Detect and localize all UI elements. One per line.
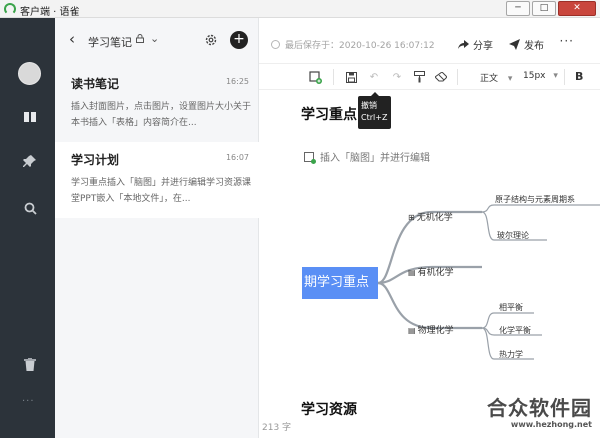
send-icon — [509, 39, 520, 50]
notes-panel: ‹ 学习笔记 ⌄ + 读书笔记 16:25 插入封面图片，点击图片，设置图片大小… — [55, 18, 259, 438]
undo-tooltip: 撤销 Ctrl+Z — [358, 92, 391, 129]
trash-icon[interactable] — [20, 354, 40, 374]
share-button[interactable]: 分享 — [458, 37, 493, 52]
mindmap-root-node[interactable]: 期学习重点 — [302, 267, 378, 299]
more-options-icon[interactable]: ··· — [560, 34, 574, 48]
note-item[interactable]: 读书笔记 16:25 插入封面图片，点击图片，设置图片大小关于本书插入「表格」内… — [55, 66, 259, 142]
back-icon[interactable]: ‹ — [69, 32, 75, 47]
window-controls: ─ □ ✕ — [506, 1, 596, 16]
insert-mindmap-icon[interactable] — [308, 70, 322, 84]
sidebar-rail: ··· — [0, 18, 55, 438]
pin-icon[interactable] — [20, 151, 40, 171]
yuque-logo-icon — [4, 3, 16, 15]
note-preview: 插入封面图片，点击图片，设置图片大小关于本书插入「表格」内容简介在... — [71, 102, 252, 128]
bold-button[interactable]: B — [575, 70, 583, 83]
mindmap-leaf[interactable]: 热力学 — [499, 349, 523, 360]
mindmap-node[interactable]: ⊞ 无机化学 — [408, 210, 453, 223]
notebook-title[interactable]: 学习笔记 — [88, 34, 132, 50]
window-title: 客户端 · 语雀 — [20, 7, 80, 18]
node-icon: ▤ — [408, 326, 416, 335]
node-label: 无机化学 — [416, 213, 453, 223]
heading-study-focus[interactable]: 学习重点 — [301, 104, 357, 124]
toolbar-divider — [564, 69, 565, 85]
publish-button[interactable]: 发布 — [509, 37, 544, 52]
toolbar-divider — [333, 69, 334, 85]
editor-panel: 最后保存于：2020-10-26 16:07:12 分享 发布 ··· ↶ ↷ … — [259, 18, 600, 438]
mindmap-icon — [304, 152, 316, 164]
caret-down-icon: ▾ — [553, 71, 558, 81]
add-note-button[interactable]: + — [230, 31, 248, 49]
maximize-button[interactable]: □ — [532, 1, 556, 16]
redo-icon[interactable]: ↷ — [390, 70, 404, 84]
font-size-select[interactable]: 15px ▾ — [523, 71, 558, 81]
editor-toolbar: ↶ ↷ 正文 ▾ 15px ▾ B — [259, 63, 600, 90]
publish-label: 发布 — [524, 41, 544, 52]
eraser-icon[interactable] — [434, 70, 448, 84]
mindmap-leaf[interactable]: 玻尔理论 — [497, 230, 529, 241]
more-icon[interactable]: ··· — [22, 396, 35, 407]
mindmap-node[interactable]: ▤ 有机化学 — [408, 265, 454, 278]
node-icon: ⊞ — [408, 213, 415, 222]
toolbar-divider — [457, 69, 458, 85]
notes-header: ‹ 学习笔记 ⌄ + — [55, 18, 259, 62]
font-size-value: 15px — [523, 71, 546, 81]
lock-icon — [136, 34, 144, 46]
undo-icon[interactable]: ↶ — [367, 70, 381, 84]
note-date: 16:25 — [225, 77, 249, 86]
node-label: 物理化学 — [417, 326, 454, 336]
note-title: 读书笔记 — [71, 77, 120, 91]
note-title: 学习计划 — [71, 153, 120, 167]
tooltip-shortcut: Ctrl+Z — [361, 113, 388, 122]
insert-mindmap-hint[interactable]: 插入「脑图」并进行编辑 — [304, 149, 430, 164]
note-preview: 学习重点插入「脑图」并进行编辑学习资源课堂PPT嵌入「本地文件」，在... — [71, 178, 252, 204]
avatar[interactable] — [18, 62, 41, 85]
word-count: 213 字 — [262, 423, 292, 433]
node-label: 有机化学 — [417, 268, 454, 278]
insert-hint-text: 插入「脑图」并进行编辑 — [320, 153, 430, 164]
text-style-select[interactable]: 正文 ▾ — [480, 71, 512, 84]
mindmap-leaf[interactable]: 原子结构与元素周期系 — [495, 194, 575, 205]
window-titlebar: 客户端 · 语雀 ─ □ ✕ — [0, 0, 600, 18]
gear-icon[interactable] — [204, 33, 218, 47]
mindmap-leaf[interactable]: 化学平衡 — [499, 325, 531, 336]
watermark-url: www.hezhong.net — [510, 420, 592, 429]
saved-status: 最后保存于：2020-10-26 16:07:12 — [271, 38, 435, 51]
format-painter-icon[interactable] — [412, 70, 426, 84]
tooltip-label: 撤销 — [361, 101, 377, 110]
minimize-button[interactable]: ─ — [506, 1, 530, 16]
watermark: 合众软件园 www.hezhong.net — [470, 392, 600, 438]
note-item-active[interactable]: 学习计划 16:07 学习重点插入「脑图」并进行编辑学习资源课堂PPT嵌入「本地… — [55, 142, 259, 218]
watermark-title: 合众软件园 — [487, 396, 592, 420]
chevron-down-icon[interactable]: ⌄ — [150, 32, 159, 45]
text-style-value: 正文 — [480, 74, 499, 84]
search-icon[interactable] — [20, 198, 40, 218]
mindmap[interactable]: 期学习重点 ⊞ 无机化学 ▤ 有机化学 ▤ 物理化学 原子结构与元素周期系 玻尔理论 … — [302, 170, 600, 360]
mindmap-node[interactable]: ▤ 物理化学 — [408, 323, 454, 336]
mindmap-leaf[interactable]: 相平衡 — [499, 302, 523, 313]
share-label: 分享 — [473, 41, 493, 52]
caret-down-icon: ▾ — [507, 74, 513, 84]
save-icon[interactable] — [344, 70, 358, 84]
clock-icon — [271, 40, 280, 49]
close-button[interactable]: ✕ — [558, 1, 596, 16]
saved-text: 最后保存于：2020-10-26 16:07:12 — [285, 41, 435, 51]
book-icon[interactable] — [20, 107, 40, 127]
heading-study-resources[interactable]: 学习资源 — [301, 399, 357, 419]
share-icon — [458, 40, 469, 49]
node-icon: ▤ — [408, 268, 416, 277]
note-date: 16:07 — [225, 153, 249, 162]
